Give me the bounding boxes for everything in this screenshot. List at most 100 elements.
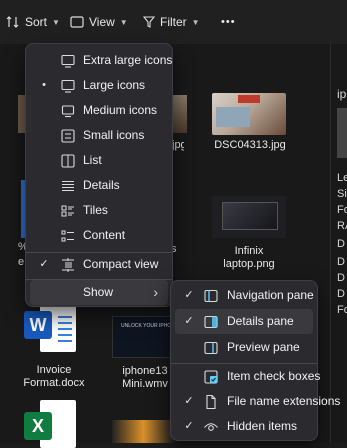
menu-item-item-check-boxes[interactable]: Item check boxes bbox=[175, 364, 320, 389]
file-name: Format.docx bbox=[23, 377, 85, 389]
menu-item-compact-view[interactable]: ✓ Compact view bbox=[30, 252, 168, 277]
menu-item-label: Extra large icons bbox=[83, 53, 173, 67]
checkmark-icon: ✓ bbox=[184, 315, 194, 327]
navigation-pane-icon bbox=[204, 289, 218, 303]
menu-item-hidden-items[interactable]: ✓ Hidden items bbox=[175, 414, 313, 439]
file-thumbnail[interactable] bbox=[112, 420, 174, 443]
checkbox-icon bbox=[204, 370, 218, 384]
checkmark-icon: ✓ bbox=[39, 258, 49, 270]
chevron-right-icon: › bbox=[153, 284, 158, 300]
menu-item-large-icons[interactable]: • Large icons bbox=[30, 73, 168, 98]
chevron-down-icon: ▼ bbox=[119, 17, 128, 27]
details-pane-icon bbox=[204, 315, 218, 329]
sort-label: Sort bbox=[25, 15, 48, 29]
menu-item-label: Large icons bbox=[83, 78, 146, 92]
checkmark-icon: ✓ bbox=[184, 420, 194, 432]
menu-item-file-name-extensions[interactable]: ✓ File name extensions bbox=[175, 389, 340, 414]
compact-view-icon bbox=[62, 258, 74, 272]
view-icon bbox=[70, 16, 84, 28]
menu-item-label: File name extensions bbox=[227, 394, 341, 408]
chevron-down-icon: ▼ bbox=[191, 17, 200, 27]
menu-item-navigation-pane[interactable]: ✓ Navigation pane bbox=[175, 283, 314, 308]
menu-item-label: Compact view bbox=[83, 257, 159, 271]
checkmark-icon: ✓ bbox=[184, 395, 194, 407]
infinix-laptop-thumbnail[interactable] bbox=[212, 196, 286, 238]
thumb-detail bbox=[222, 202, 278, 230]
list-icon bbox=[61, 154, 75, 168]
details-line: D bbox=[337, 288, 345, 300]
excel-file-icon[interactable]: X bbox=[24, 398, 78, 448]
filter-label: Filter bbox=[160, 15, 187, 29]
details-line: D bbox=[337, 238, 345, 250]
menu-item-details[interactable]: Details bbox=[30, 173, 168, 198]
details-line: Fo bbox=[337, 304, 347, 316]
excel-badge: X bbox=[24, 412, 52, 440]
file-name: jpg bbox=[172, 139, 184, 151]
chevron-down-icon: ▼ bbox=[52, 17, 60, 27]
details-line: D bbox=[337, 256, 345, 268]
sort-button[interactable]: Sort ▼ bbox=[6, 13, 60, 31]
more-label: ••• bbox=[221, 16, 236, 28]
file-name: laptop.png bbox=[223, 258, 275, 270]
checkmark-icon: ✓ bbox=[184, 289, 194, 301]
menu-item-small-icons[interactable]: Small icons bbox=[30, 123, 168, 148]
view-menu: Extra large icons • Large icons Medium i… bbox=[25, 43, 173, 307]
preview-pane-icon bbox=[204, 341, 218, 355]
menu-item-label: Navigation pane bbox=[227, 288, 314, 302]
details-thumb bbox=[337, 108, 347, 158]
view-button[interactable]: View ▼ bbox=[70, 13, 128, 31]
file-thumbnail[interactable] bbox=[171, 95, 187, 133]
details-line: Si bbox=[337, 188, 347, 200]
filter-icon bbox=[143, 16, 155, 28]
small-icons-icon bbox=[61, 129, 75, 143]
menu-item-label: Small icons bbox=[83, 128, 145, 142]
menu-item-medium-icons[interactable]: Medium icons bbox=[30, 98, 168, 123]
menu-item-extra-large-icons[interactable]: Extra large icons bbox=[30, 48, 172, 73]
thumb-detail bbox=[216, 107, 250, 127]
menu-item-preview-pane[interactable]: Preview pane bbox=[175, 335, 313, 360]
details-title: ip bbox=[337, 88, 347, 101]
details-line: D bbox=[337, 272, 345, 284]
details-line: Fo bbox=[337, 204, 347, 216]
menu-item-label: Tiles bbox=[83, 203, 108, 217]
menu-item-list[interactable]: List bbox=[30, 148, 168, 173]
menu-item-show[interactable]: Show › bbox=[30, 280, 168, 305]
word-badge: W bbox=[24, 311, 52, 339]
monitor-icon bbox=[61, 105, 75, 118]
command-bar: Sort ▼ View ▼ Filter ▼ ••• bbox=[0, 0, 347, 44]
selected-dot-icon: • bbox=[42, 79, 46, 91]
file-name: Infinix bbox=[234, 245, 264, 257]
tiles-icon bbox=[61, 205, 74, 217]
view-label: View bbox=[89, 15, 115, 29]
monitor-icon bbox=[61, 79, 75, 93]
menu-item-content[interactable]: Content bbox=[30, 223, 168, 248]
menu-item-details-pane[interactable]: ✓ Details pane bbox=[175, 309, 313, 334]
menu-item-label: Details pane bbox=[227, 314, 294, 328]
sort-icon bbox=[6, 16, 19, 28]
menu-item-label: List bbox=[83, 153, 102, 167]
eye-icon bbox=[204, 423, 218, 431]
menu-item-label: Medium icons bbox=[83, 103, 158, 117]
monitor-icon bbox=[61, 54, 75, 68]
menu-item-label: Content bbox=[83, 228, 126, 242]
thumb-detail bbox=[238, 95, 260, 103]
details-line: Le bbox=[337, 172, 347, 184]
menu-item-label: Item check boxes bbox=[227, 369, 321, 383]
menu-item-label: Show bbox=[83, 285, 114, 299]
menu-item-label: Preview pane bbox=[227, 340, 300, 354]
file-icon bbox=[206, 394, 216, 410]
word-file-icon[interactable]: W bbox=[24, 302, 78, 354]
details-line: RA bbox=[337, 220, 347, 232]
details-icon bbox=[62, 180, 74, 192]
doc-lines bbox=[58, 316, 72, 342]
show-submenu: ✓ Navigation pane ✓ Details pane Preview… bbox=[170, 280, 340, 441]
content-icon bbox=[61, 230, 74, 242]
menu-item-label: Details bbox=[83, 178, 120, 192]
menu-item-tiles[interactable]: Tiles bbox=[30, 198, 168, 223]
file-name: DSC04313.jpg bbox=[214, 139, 286, 151]
menu-item-label: Hidden items bbox=[227, 419, 298, 433]
more-options-button[interactable]: ••• bbox=[221, 13, 236, 31]
dsc04313-thumbnail[interactable] bbox=[212, 93, 286, 135]
filter-button[interactable]: Filter ▼ bbox=[143, 13, 200, 31]
file-name: Invoice bbox=[36, 364, 72, 376]
